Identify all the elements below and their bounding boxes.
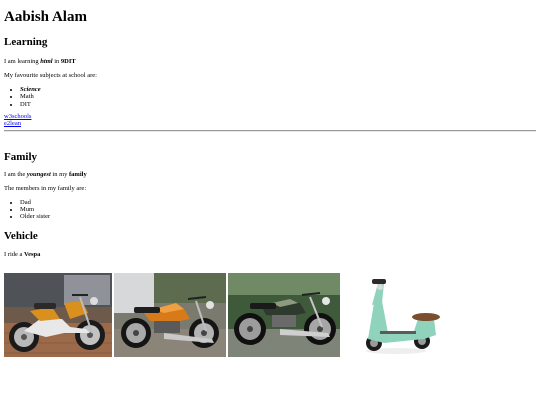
vehicle-heading: Vehicle xyxy=(4,229,38,242)
members-list: Dad Mum Older sister xyxy=(4,199,536,221)
section-divider xyxy=(4,129,536,132)
subject-science: Science xyxy=(20,86,41,93)
learning-sentence-pre: I am learning xyxy=(4,58,41,65)
mint-vespa-scooter-image xyxy=(344,273,448,357)
page-title: Aabish Alam xyxy=(4,9,87,25)
family-heading: Family xyxy=(4,150,37,163)
green-classic-motorbike-icon xyxy=(228,273,340,357)
list-item: DIT xyxy=(20,101,536,108)
subjects-list: Science Math DIT xyxy=(4,86,536,108)
family-sentence: I am the youngest in my family xyxy=(4,171,536,179)
list-item: Older sister xyxy=(20,213,536,220)
learning-sentence-mid: in xyxy=(52,58,61,65)
vehicle-sentence-strong: Vespa xyxy=(24,250,41,258)
family-sentence-pre: I am the xyxy=(4,170,27,178)
orange-step-through-motorbike-icon xyxy=(4,273,112,357)
list-item: Science xyxy=(20,86,536,93)
orange-classic-motorbike-image xyxy=(114,273,226,357)
family-sentence-em: youngest xyxy=(26,170,51,178)
mint-vespa-scooter-icon xyxy=(344,273,448,357)
vehicle-sentence-pre: I ride a xyxy=(4,250,25,258)
orange-step-through-motorbike-image xyxy=(4,273,112,357)
learning-sentence: I am learning html in 9DIT xyxy=(4,58,536,66)
subjects-intro: My favourite subjects at school are: xyxy=(4,72,97,79)
family-sentence-mid: in my xyxy=(50,170,70,178)
learning-sentence-strong: 9DIT xyxy=(60,58,76,65)
page-content: Aabish Alam Learning I am learning html … xyxy=(0,9,540,259)
members-intro: The members in my family are: xyxy=(4,184,87,192)
list-item: Math xyxy=(20,93,536,100)
orange-classic-motorbike-icon xyxy=(114,273,226,357)
vehicle-sentence: I ride a Vespa xyxy=(4,251,536,259)
family-sentence-strong: family xyxy=(69,170,87,178)
green-classic-motorbike-image xyxy=(228,273,340,357)
link-e2lean[interactable]: e2lean xyxy=(4,120,536,128)
list-item: Dad xyxy=(20,199,536,206)
link-w3schools[interactable]: w3schools xyxy=(4,113,536,121)
list-item: Mum xyxy=(20,206,536,213)
learning-heading: Learning xyxy=(4,36,48,48)
learning-sentence-em: html xyxy=(40,58,53,65)
